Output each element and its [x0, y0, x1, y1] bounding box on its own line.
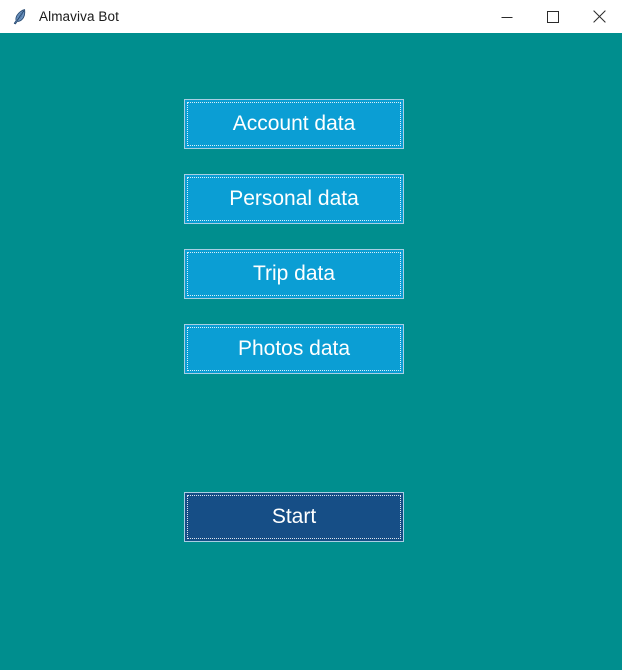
feather-icon: [11, 8, 28, 25]
maximize-button[interactable]: [530, 0, 576, 33]
stack-spacer: [184, 149, 404, 174]
photos-data-button[interactable]: Photos data: [184, 324, 404, 374]
start-button[interactable]: Start: [184, 492, 404, 542]
close-icon: [592, 10, 606, 23]
close-button[interactable]: [576, 0, 622, 33]
data-button-stack: Account data Personal data Trip data Pho…: [184, 99, 404, 374]
trip-data-button[interactable]: Trip data: [184, 249, 404, 299]
application-window: Almaviva Bot Account data Personal data …: [0, 0, 622, 670]
stack-spacer: [184, 224, 404, 249]
minimize-button[interactable]: [484, 0, 530, 33]
window-title: Almaviva Bot: [39, 8, 119, 24]
start-button-wrap: Start: [184, 492, 404, 542]
client-area: Account data Personal data Trip data Pho…: [0, 33, 622, 670]
minimize-icon: [501, 11, 513, 23]
title-bar-left: Almaviva Bot: [0, 0, 484, 33]
personal-data-button[interactable]: Personal data: [184, 174, 404, 224]
title-bar[interactable]: Almaviva Bot: [0, 0, 622, 33]
account-data-button[interactable]: Account data: [184, 99, 404, 149]
window-controls: [484, 0, 622, 33]
stack-spacer: [184, 299, 404, 324]
maximize-icon: [547, 10, 559, 23]
